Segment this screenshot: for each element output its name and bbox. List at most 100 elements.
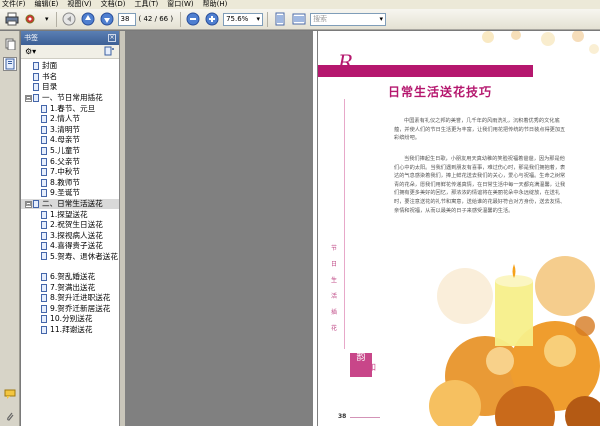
bookmarks-tab[interactable] (3, 57, 17, 71)
close-icon[interactable]: × (108, 34, 116, 42)
bookmark-item[interactable]: 8.贺升迁进职送花 (21, 293, 119, 304)
menu-help[interactable]: 帮助(H) (203, 0, 228, 9)
bookmark-item[interactable]: 5.贺寿、退休者送花 (21, 251, 119, 272)
bookmark-label: 封面 (42, 61, 58, 71)
toolbar-separator (180, 11, 182, 27)
bookmark-item[interactable]: 1.探望送花 (21, 209, 119, 220)
bookmark-label: 5.儿童节 (50, 146, 81, 156)
decorative-stamp-secondary: 和 (368, 363, 376, 372)
bookmark-page-icon (33, 94, 39, 103)
next-page-button[interactable] (99, 11, 115, 27)
flower-candle-image (425, 256, 600, 426)
bookmark-page-icon (41, 178, 47, 187)
zoom-select[interactable]: 75.6% ▾ (223, 12, 264, 26)
bookmark-item[interactable]: 2.祝贺生日送花 (21, 220, 119, 231)
vertical-char: 日 (330, 261, 337, 268)
bookmark-item[interactable]: 6.父亲节 (21, 156, 119, 167)
previous-page-button[interactable] (80, 11, 96, 27)
bookmark-label: 8.教师节 (50, 177, 81, 187)
bookmark-page-icon (41, 210, 47, 219)
bookmark-label: 1.探望送花 (50, 209, 88, 219)
comment-icon (4, 389, 16, 399)
menu-file[interactable]: 文件(F) (2, 0, 26, 9)
options-menu-button[interactable]: ⚙▾ (25, 47, 36, 56)
first-page-icon (62, 12, 76, 26)
fit-page-button[interactable] (272, 11, 288, 27)
bookmark-item[interactable]: 4.喜得贵子送花 (21, 241, 119, 252)
bookmark-label: 9.贺乔迁新居送花 (50, 303, 111, 313)
bookmark-item[interactable]: 1.春节、元旦 (21, 103, 119, 114)
bookmark-page-icon (41, 242, 47, 251)
toolbar-separator (267, 11, 269, 27)
bookmark-item[interactable]: 封面 (21, 61, 119, 72)
bookmark-item[interactable]: 11.拜谢送花 (21, 325, 119, 336)
bookmark-item[interactable]: 7.贺满出送花 (21, 282, 119, 293)
bookmark-label: 11.拜谢送花 (50, 324, 93, 334)
paragraph-1: 中国素有礼仪之邦的美誉，几千年的风雨洗礼，沉积着优秀的文化底蕴，并使人们的节日生… (394, 118, 566, 142)
bookmark-page-icon (41, 136, 47, 145)
bookmark-label: 目录 (42, 82, 58, 92)
tools-button[interactable] (23, 11, 39, 27)
bookmark-page-icon (33, 62, 39, 71)
vertical-chapter-text: 节日生活插花 (330, 241, 338, 337)
bookmark-item[interactable]: ⊟ 一、节日常用插花 (21, 93, 119, 104)
menu-document[interactable]: 文档(D) (101, 0, 126, 9)
bookmark-item[interactable]: 5.儿童节 (21, 146, 119, 157)
pages-tab[interactable] (3, 37, 17, 51)
printer-icon (5, 12, 19, 26)
pdf-page: R ichang Shenghuo Songhua Jiqiao 日常生活送花技… (318, 31, 600, 426)
bookmarks-title-bar: 书签 × (21, 31, 119, 45)
bookmark-item[interactable]: 7.中秋节 (21, 167, 119, 178)
bookmark-label: 5.贺寿、退休者送花 (50, 251, 118, 261)
attachments-tab[interactable] (3, 409, 17, 423)
comments-tab[interactable] (3, 387, 17, 401)
menu-window[interactable]: 窗口(W) (167, 0, 193, 9)
bookmark-item[interactable]: 9.贺乔迁新居送花 (21, 303, 119, 314)
bookmark-label: 1.春节、元旦 (50, 103, 96, 113)
bookmark-item[interactable]: 8.教师节 (21, 178, 119, 189)
bookmark-item[interactable]: 4.母亲节 (21, 135, 119, 146)
bookmark-item[interactable]: 3.清明节 (21, 125, 119, 136)
new-bookmark-button[interactable] (104, 46, 115, 58)
zoom-value: 75.6% (226, 15, 249, 23)
bookmark-item[interactable]: 2.情人节 (21, 114, 119, 125)
document-viewer[interactable]: R ichang Shenghuo Songhua Jiqiao 日常生活送花技… (125, 31, 600, 426)
bookmark-item[interactable]: 目录 (21, 82, 119, 93)
menu-edit[interactable]: 编辑(E) (35, 0, 59, 9)
bookmark-item[interactable]: 3.探视病人送花 (21, 231, 119, 242)
bookmark-item[interactable]: 10.分别送花 (21, 314, 119, 325)
zoom-in-button[interactable] (204, 11, 220, 27)
dropdown-arrow-icon[interactable]: ▾ (45, 15, 49, 23)
bookmark-item[interactable]: ⊟ 二、日常生活送花 (21, 198, 119, 210)
bookmark-tree: 封面 书名 目录 ⊟ 一、节日常用插花 1.春节、元旦 2.情人节 3.清明节 4.母亲节 5.儿… (21, 59, 119, 335)
collapse-icon[interactable]: ⊟ (25, 200, 32, 208)
bookmark-item[interactable]: 9.圣诞节 (21, 188, 119, 199)
bookmark-label: 6.父亲节 (50, 156, 81, 166)
banner-initial: R (338, 50, 354, 74)
first-page-button[interactable] (61, 11, 77, 27)
zoom-out-button[interactable] (185, 11, 201, 27)
menu-tools[interactable]: 工具(T) (135, 0, 159, 9)
fit-width-icon (292, 13, 306, 25)
bookmark-page-icon (41, 272, 47, 281)
bookmark-label: 2.祝贺生日送花 (50, 220, 103, 230)
search-input[interactable]: 搜索 ▾ (310, 12, 387, 26)
collapse-icon[interactable]: ⊟ (25, 94, 32, 102)
new-bookmark-icon (104, 46, 114, 55)
bookmark-page-icon (41, 283, 47, 292)
vertical-char: 插 (330, 309, 337, 316)
bookmark-item[interactable]: 6.贺乱婚送花 (21, 272, 119, 283)
arrow-up-icon (81, 12, 95, 26)
menu-view[interactable]: 视图(V) (67, 0, 91, 9)
fit-page-icon (275, 12, 285, 26)
page-number-rule (350, 417, 380, 418)
page-number-input[interactable]: 38 (117, 12, 136, 26)
print-button[interactable] (4, 11, 20, 27)
bookmark-item[interactable]: 书名 (21, 72, 119, 83)
bookmark-page-icon (41, 251, 47, 260)
search-placeholder: 搜索 (313, 15, 328, 23)
zoom-in-icon (205, 12, 219, 26)
banner-text: ichang Shenghuo Songhua Jiqiao (348, 54, 500, 64)
fit-width-button[interactable] (291, 11, 307, 27)
zoom-out-icon (186, 12, 200, 26)
